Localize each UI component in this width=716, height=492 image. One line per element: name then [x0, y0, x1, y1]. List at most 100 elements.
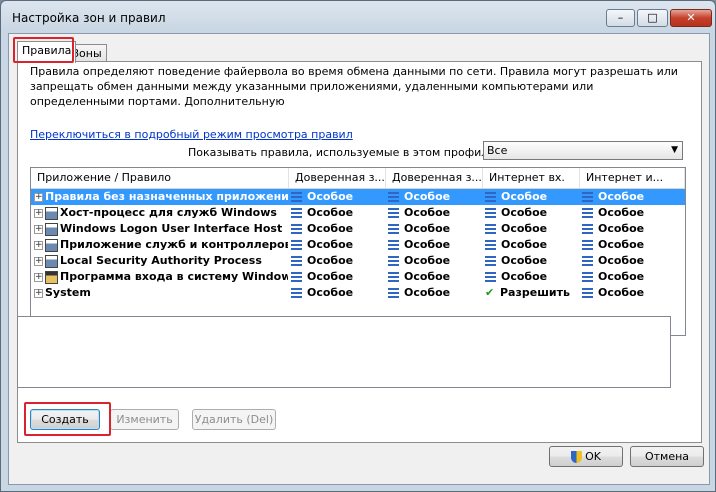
logon-icon [45, 270, 58, 284]
rule-value: Особое [307, 286, 354, 299]
rule-value-cell[interactable]: Особое [388, 205, 483, 221]
column-header-internet-in[interactable]: Интернет вх. [483, 168, 580, 188]
table-row[interactable]: + Хост-процесс для служб Windows Особое Осо… [31, 205, 685, 221]
table-row[interactable]: + Правила без назначенных приложений Особо… [31, 189, 685, 205]
column-header-app[interactable]: Приложение / Правило [31, 168, 289, 188]
rule-value: Особое [501, 190, 548, 203]
rule-value: Особое [307, 270, 354, 283]
rules-list[interactable]: Приложение / Правило Доверенная з... Дов… [30, 167, 686, 336]
profile-filter-select[interactable]: Все ▼ [483, 141, 683, 160]
expand-icon[interactable]: + [34, 288, 43, 298]
application-icon [45, 238, 58, 252]
rule-value-cell[interactable]: Особое [291, 269, 386, 285]
rule-value-cell[interactable]: Особое [485, 237, 580, 253]
rule-name-cell: + Правила без назначенных приложений [34, 189, 288, 205]
rule-value: Особое [598, 222, 645, 235]
rule-value: Особое [404, 270, 451, 283]
expand-icon[interactable]: + [34, 256, 43, 266]
rule-value-cell[interactable]: Особое [582, 285, 677, 301]
custom-rule-icon [582, 224, 593, 234]
custom-rule-icon [291, 224, 302, 234]
table-row[interactable]: + Local Security Authority Process Особое О… [31, 253, 685, 269]
rule-name: Программа входа в систему Windows [60, 270, 288, 283]
custom-rule-icon [291, 240, 302, 250]
edit-button[interactable]: Изменить [110, 409, 179, 430]
rule-value-cell[interactable]: Особое [582, 269, 677, 285]
minimize-button[interactable]: – [606, 9, 635, 27]
custom-rule-icon [388, 192, 399, 202]
custom-rule-icon [291, 256, 302, 266]
tab-rules[interactable]: Правила [17, 41, 77, 63]
rule-value: Особое [307, 238, 354, 251]
ok-button[interactable]: OK [549, 446, 623, 467]
rule-value-cell[interactable]: Особое [388, 269, 483, 285]
rule-name-cell: + Local Security Authority Process [34, 253, 288, 269]
custom-rule-icon [291, 208, 302, 218]
rule-details-pane [17, 316, 671, 388]
rule-name: System [45, 286, 91, 299]
rule-name-cell: + Программа входа в систему Windows [34, 269, 288, 285]
maximize-button[interactable]: □ [637, 9, 668, 27]
dialog-window: Настройка зон и правил – □ ✕ Правила Зон… [0, 0, 716, 492]
rule-value-cell[interactable]: Особое [582, 205, 677, 221]
rule-value: Особое [404, 222, 451, 235]
custom-rule-icon [485, 192, 496, 202]
rule-value-cell[interactable]: Особое [388, 237, 483, 253]
custom-rule-icon [388, 288, 399, 298]
ok-button-label: OK [585, 450, 601, 463]
rule-value-cell[interactable]: Особое [291, 221, 386, 237]
rule-value-cell[interactable]: Особое [388, 189, 483, 205]
rule-value-cell[interactable]: Особое [291, 285, 386, 301]
detailed-view-link[interactable]: Переключиться в подробный режим просмотр… [30, 128, 353, 141]
rule-value-cell[interactable]: Особое [485, 269, 580, 285]
rule-value: Особое [501, 206, 548, 219]
custom-rule-icon [291, 272, 302, 282]
create-button[interactable]: Создать [30, 409, 100, 430]
expand-icon[interactable]: + [34, 240, 43, 250]
rule-name: Хост-процесс для служб Windows [60, 206, 277, 219]
custom-rule-icon [388, 240, 399, 250]
rule-value-cell[interactable]: Особое [485, 221, 580, 237]
rule-value-cell[interactable]: Особое [388, 285, 483, 301]
rule-value: Особое [598, 238, 645, 251]
rule-value-cell[interactable]: Особое [388, 253, 483, 269]
column-header-internet-out[interactable]: Интернет и... [580, 168, 685, 188]
table-row[interactable]: + Windows Logon User Interface Host Особое… [31, 221, 685, 237]
rule-value: Особое [501, 238, 548, 251]
custom-rule-icon [485, 272, 496, 282]
rule-value-cell[interactable]: Особое [485, 253, 580, 269]
rule-value-cell[interactable]: Особое [582, 237, 677, 253]
custom-rule-icon [582, 240, 593, 250]
rule-name-cell: + Windows Logon User Interface Host [34, 221, 288, 237]
cancel-button[interactable]: Отмена [630, 446, 704, 467]
rule-value-cell[interactable]: Особое [485, 189, 580, 205]
rule-value: Особое [598, 190, 645, 203]
expand-icon[interactable]: + [34, 192, 43, 202]
rule-name-cell: + Хост-процесс для служб Windows [34, 205, 288, 221]
rule-value-cell[interactable]: Особое [582, 189, 677, 205]
expand-icon[interactable]: + [34, 208, 43, 218]
application-icon [45, 222, 58, 236]
expand-icon[interactable]: + [34, 224, 43, 234]
rule-value-cell[interactable]: Особое [291, 189, 386, 205]
expand-icon[interactable]: + [34, 272, 43, 282]
column-header-trusted-1[interactable]: Доверенная з... [289, 168, 386, 188]
title-bar[interactable]: Настройка зон и правил – □ ✕ [1, 1, 715, 33]
rule-value-cell[interactable]: Особое [582, 253, 677, 269]
rule-value-cell[interactable]: Особое [582, 221, 677, 237]
delete-button[interactable]: Удалить (Del) [192, 409, 276, 430]
table-row[interactable]: + System Особое Особое ✔ Разрешить Особое [31, 285, 685, 301]
close-button[interactable]: ✕ [670, 9, 712, 27]
rule-name-cell: + System [34, 285, 288, 301]
rule-value-cell[interactable]: Особое [388, 221, 483, 237]
window-title: Настройка зон и правил [12, 11, 166, 25]
rule-value-cell[interactable]: Особое [291, 237, 386, 253]
custom-rule-icon [485, 256, 496, 266]
rule-value-cell[interactable]: Особое [485, 205, 580, 221]
rule-value-cell[interactable]: Особое [291, 253, 386, 269]
rule-value-cell[interactable]: Особое [291, 205, 386, 221]
rule-value-cell[interactable]: ✔ Разрешить [485, 285, 580, 301]
table-row[interactable]: + Приложение служб и контроллеров Особое Ос… [31, 237, 685, 253]
column-header-trusted-2[interactable]: Доверенная з... [386, 168, 483, 188]
table-row[interactable]: + Программа входа в систему Windows Особое… [31, 269, 685, 285]
